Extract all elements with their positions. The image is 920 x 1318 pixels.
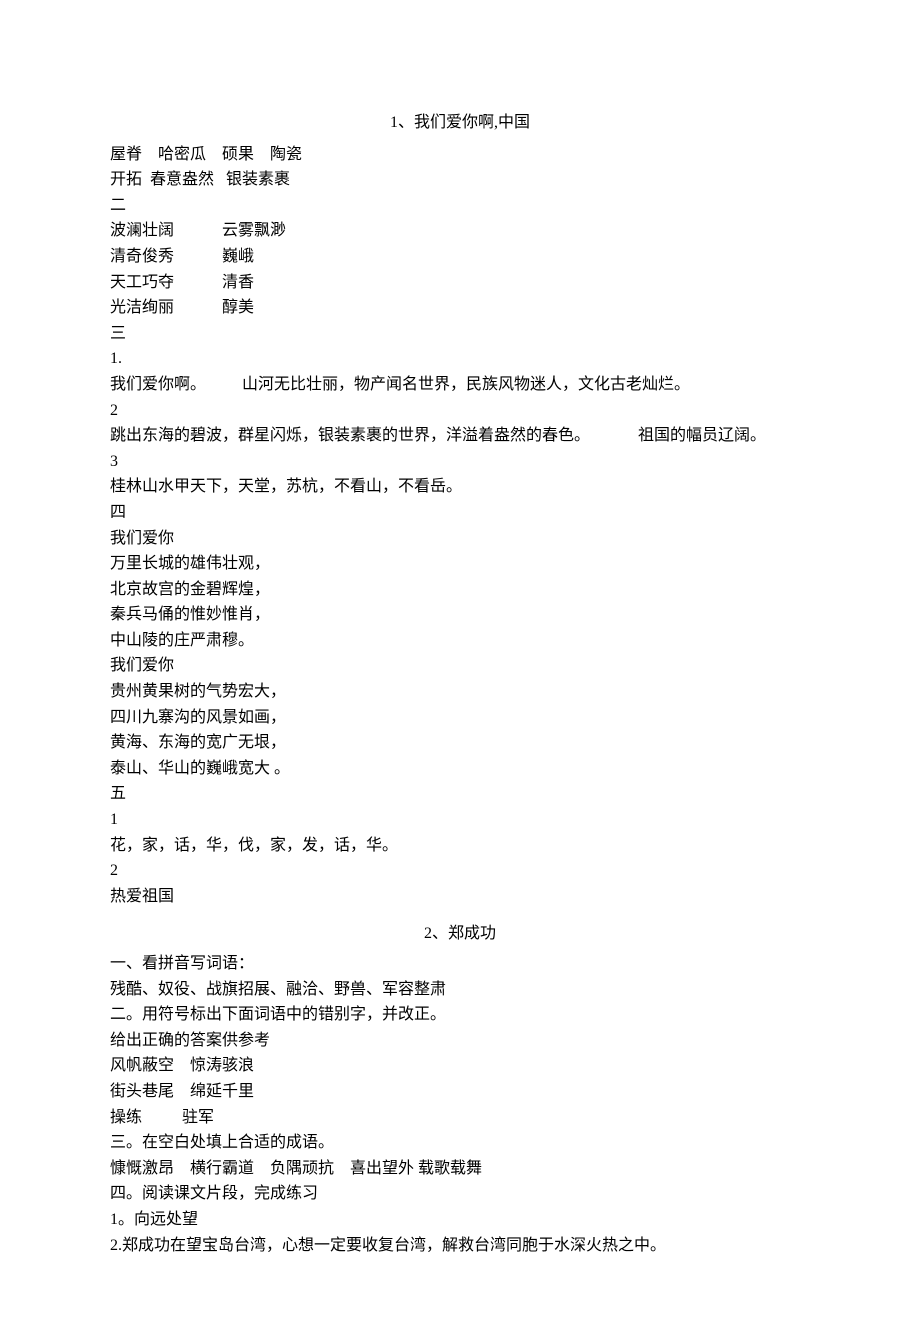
text-line: 北京故宫的金碧辉煌， bbox=[110, 577, 810, 603]
section2-title: 2、郑成功 bbox=[110, 921, 810, 947]
text-line: 慷慨激昂 横行霸道 负隅顽抗 喜出望外 载歌载舞 bbox=[110, 1156, 810, 1182]
text-line: 五 bbox=[110, 781, 810, 807]
text-line: 泰山、华山的巍峨宽大 。 bbox=[110, 756, 810, 782]
section1-title: 1、我们爱你啊,中国 bbox=[110, 110, 810, 136]
text-line: 屋脊 哈密瓜 硕果 陶瓷 bbox=[110, 142, 810, 168]
text-line: 2 bbox=[110, 398, 810, 424]
text-line: 一、看拼音写词语： bbox=[110, 951, 810, 977]
document-page: 1、我们爱你啊,中国 屋脊 哈密瓜 硕果 陶瓷 开拓 春意盎然 银装素裹 二 波… bbox=[0, 0, 920, 1318]
text-line: 黄海、东海的宽广无垠， bbox=[110, 730, 810, 756]
text-line: 四 bbox=[110, 500, 810, 526]
text-line: 残酷、奴役、战旗招展、融洽、野兽、军容整肃 bbox=[110, 977, 810, 1003]
text-line: 我们爱你啊。 山河无比壮丽，物产闻名世界，民族风物迷人，文化古老灿烂。 bbox=[110, 372, 810, 398]
text-line: 操练 驻军 bbox=[110, 1105, 810, 1131]
text-line: 开拓 春意盎然 银装素裹 bbox=[110, 167, 810, 193]
text-line: 二。用符号标出下面词语中的错别字，并改正。 bbox=[110, 1002, 810, 1028]
text-line: 我们爱你 bbox=[110, 653, 810, 679]
text-line: 跳出东海的碧波，群星闪烁，银装素裹的世界，洋溢着盎然的春色。 祖国的幅员辽阔。 bbox=[110, 423, 810, 449]
text-line: 1 bbox=[110, 807, 810, 833]
text-line: 我们爱你 bbox=[110, 526, 810, 552]
text-line: 热爱祖国 bbox=[110, 884, 810, 910]
text-line: 贵州黄果树的气势宏大， bbox=[110, 679, 810, 705]
text-line: 中山陵的庄严肃穆。 bbox=[110, 628, 810, 654]
text-line: 2.郑成功在望宝岛台湾，心想一定要收复台湾，解救台湾同胞于水深火热之中。 bbox=[110, 1233, 810, 1259]
text-line: 四。阅读课文片段，完成练习 bbox=[110, 1181, 810, 1207]
text-line: 秦兵马俑的惟妙惟肖， bbox=[110, 602, 810, 628]
text-line: 给出正确的答案供参考 bbox=[110, 1028, 810, 1054]
text-line: 光洁绚丽 醇美 bbox=[110, 295, 810, 321]
text-line: 1. bbox=[110, 346, 810, 372]
text-line: 清奇俊秀 巍峨 bbox=[110, 244, 810, 270]
text-line: 三。在空白处填上合适的成语。 bbox=[110, 1130, 810, 1156]
text-line: 三 bbox=[110, 321, 810, 347]
text-line: 2 bbox=[110, 858, 810, 884]
text-line: 二 bbox=[110, 193, 810, 219]
text-line: 桂林山水甲天下，天堂，苏杭，不看山，不看岳。 bbox=[110, 474, 810, 500]
text-line: 花，家，话，华，伐，家，发，话，华。 bbox=[110, 833, 810, 859]
text-line: 万里长城的雄伟壮观， bbox=[110, 551, 810, 577]
text-line: 1。向远处望 bbox=[110, 1207, 810, 1233]
text-line: 3 bbox=[110, 449, 810, 475]
text-line: 天工巧夺 清香 bbox=[110, 270, 810, 296]
text-line: 风帆蔽空 惊涛骇浪 bbox=[110, 1053, 810, 1079]
text-line: 四川九寨沟的风景如画， bbox=[110, 705, 810, 731]
text-line: 街头巷尾 绵延千里 bbox=[110, 1079, 810, 1105]
text-line: 波澜壮阔 云雾飘渺 bbox=[110, 218, 810, 244]
